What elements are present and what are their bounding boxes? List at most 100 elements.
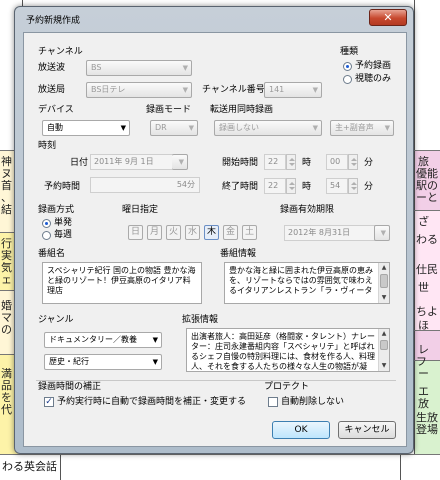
end-minute-input[interactable]: 54 <box>326 178 348 194</box>
transfer-value: 録画しない <box>219 123 259 132</box>
weekday-tue-button[interactable]: 火 <box>166 225 181 240</box>
start-hour-spinner[interactable] <box>286 154 296 170</box>
weekday-wed-button[interactable]: 水 <box>185 225 200 240</box>
expiry-date-picker[interactable]: 2012年 8月31日 <box>284 225 376 241</box>
transfer-select[interactable]: 録画しない ▼ <box>214 120 322 136</box>
epg-text: ほ <box>418 320 429 332</box>
weekday-sat-button[interactable]: 土 <box>242 225 257 240</box>
method-single-radio[interactable] <box>42 219 51 228</box>
correction-checkbox[interactable]: ✓ <box>44 397 54 407</box>
kind-record-radio[interactable] <box>343 62 352 71</box>
chevron-down-icon: ▼ <box>178 158 184 166</box>
extended-info-textbox[interactable]: 出演者旅人：高田延彦（格闘家・タレント）ナレーター：庄司永建番組内容「スペシャリ… <box>186 328 390 372</box>
epg-text: 旅 <box>418 156 429 168</box>
epg-text: わる <box>416 234 438 246</box>
genre2-value: 歴史・紀行 <box>49 357 89 366</box>
separator <box>36 380 396 381</box>
epg-text: ーと <box>416 192 438 204</box>
epg-text: 行 <box>1 238 12 250</box>
expiry-dropdown-button[interactable]: ▼ <box>374 225 390 241</box>
date-value: 2011年 9月 1日 <box>94 157 154 166</box>
chevron-down-icon: ▼ <box>312 124 318 132</box>
extended-info-text: 出演者旅人：高田延彦（格闘家・タレント）ナレーター：庄司永建番組内容「スペシャリ… <box>191 332 375 371</box>
program-name-group-label: 番組名 <box>38 249 66 259</box>
weekday-group-label: 曜日指定 <box>122 205 159 215</box>
station-select[interactable]: BS日テレ ▼ <box>86 82 192 98</box>
method-single-label: 単発 <box>54 218 73 228</box>
end-minute-value: 54 <box>330 181 341 190</box>
duration-field[interactable]: 54分 <box>90 177 200 193</box>
station-value: BS日テレ <box>91 85 126 94</box>
end-hour-value: 22 <box>268 181 279 190</box>
expiry-value: 2012年 8月31日 <box>288 228 351 237</box>
record-method-group-label: 録画方式 <box>38 205 75 215</box>
close-button[interactable]: ✕ <box>369 9 407 26</box>
weekday-fri-button[interactable]: 金 <box>223 225 238 240</box>
channel-number-select[interactable]: 141 ▼ <box>264 82 322 98</box>
ok-button[interactable]: OK <box>272 421 330 439</box>
program-info-text: 豊かな海と緑に囲まれた伊豆高原の恵みを、リゾートならではの雰囲気で味わえるイタリ… <box>229 266 373 295</box>
duration-value: 54分 <box>176 180 195 189</box>
chevron-down-icon: ▼ <box>120 124 126 132</box>
station-label: 放送局 <box>38 85 66 95</box>
epg-text: 実 <box>1 250 12 262</box>
chevron-down-icon: ▼ <box>188 124 194 132</box>
time-group-label: 時刻 <box>38 141 57 151</box>
protect-checkbox[interactable] <box>268 397 278 407</box>
epg-text: マ <box>1 312 12 324</box>
kind-record-label: 予約録画 <box>355 61 392 71</box>
correction-group-label: 録画時間の補正 <box>38 382 102 392</box>
program-name-textbox[interactable]: スペシャリテ紀行 国の上の物語 豊かな海と緑のリゾート！伊豆高原のイタリア料理店 <box>42 262 202 304</box>
chevron-down-icon: ▼ <box>380 229 386 237</box>
program-info-group-label: 番組情報 <box>220 249 257 259</box>
genre1-value: ドキュメンタリー／教養 <box>49 335 137 344</box>
audio-select[interactable]: 主+副音声 ▼ <box>330 120 394 136</box>
chevron-down-icon: ▼ <box>384 124 390 132</box>
chevron-down-icon: ▼ <box>182 86 188 94</box>
genre1-select[interactable]: ドキュメンタリー／教養 ▼ <box>44 332 162 348</box>
end-hour-input[interactable]: 22 <box>264 178 286 194</box>
date-dropdown-button[interactable]: ▼ <box>172 154 188 170</box>
program-info-textbox[interactable]: 豊かな海と緑に囲まれた伊豆高原の恵みを、リゾートならではの雰囲気で味わえるイタリ… <box>224 262 390 304</box>
start-hour-input[interactable]: 22 <box>264 154 286 170</box>
program-info-scrollbar[interactable]: ▲ ▼ <box>378 263 389 303</box>
epg-text: ヌ <box>1 168 12 180</box>
broadcast-wave-select[interactable]: BS ▼ <box>86 60 192 76</box>
epg-text: 婚 <box>1 300 12 312</box>
title-bar[interactable]: 予約新規作成 ✕ <box>15 7 413 31</box>
epg-text: 放 <box>418 398 429 410</box>
scroll-up-icon[interactable]: ▲ <box>379 263 389 273</box>
audio-value: 主+副音声 <box>335 123 374 132</box>
date-picker[interactable]: 2011年 9月 1日 <box>90 154 178 170</box>
kind-view-radio[interactable] <box>343 75 352 84</box>
record-mode-group-label: 録画モード <box>146 105 192 115</box>
weekday-sun-button[interactable]: 日 <box>128 225 143 240</box>
start-time-label: 開始時間 <box>222 158 259 168</box>
dialog-client: チャンネル 放送波 BS ▼ 放送局 BS日テレ ▼ チャンネル番号 141 ▼ 種類… <box>23 32 407 447</box>
channel-group-label: チャンネル <box>38 47 83 57</box>
extended-info-scrollbar[interactable]: ▲ ▼ <box>378 329 389 371</box>
end-time-label: 終了時間 <box>222 182 259 192</box>
cancel-button[interactable]: キャンセル <box>338 421 396 439</box>
start-minute-spinner[interactable] <box>348 154 358 170</box>
weekday-thu-button[interactable]: 木 <box>204 225 219 240</box>
scroll-down-icon[interactable]: ▼ <box>379 293 389 303</box>
record-mode-select[interactable]: DR ▼ <box>150 120 198 136</box>
epg-cell <box>414 0 440 150</box>
epg-text: ざ <box>418 216 429 228</box>
end-minute-spinner[interactable] <box>348 178 358 194</box>
epg-text: エ <box>418 386 429 398</box>
genre2-select[interactable]: 歴史・紀行 ▼ <box>44 354 162 370</box>
record-mode-value: DR <box>155 123 167 132</box>
start-minute-input[interactable]: 00 <box>326 154 348 170</box>
device-group-label: デバイス <box>38 105 74 115</box>
device-select[interactable]: 自動 ▼ <box>42 120 130 136</box>
scroll-thumb[interactable] <box>380 340 388 350</box>
weekday-mon-button[interactable]: 月 <box>147 225 162 240</box>
scroll-down-icon[interactable]: ▼ <box>379 361 389 371</box>
scroll-up-icon[interactable]: ▲ <box>379 329 389 339</box>
method-weekly-radio[interactable] <box>42 231 51 240</box>
end-hour-spinner[interactable] <box>286 178 296 194</box>
epg-text: 気 <box>1 262 12 274</box>
scroll-thumb[interactable] <box>380 274 388 288</box>
